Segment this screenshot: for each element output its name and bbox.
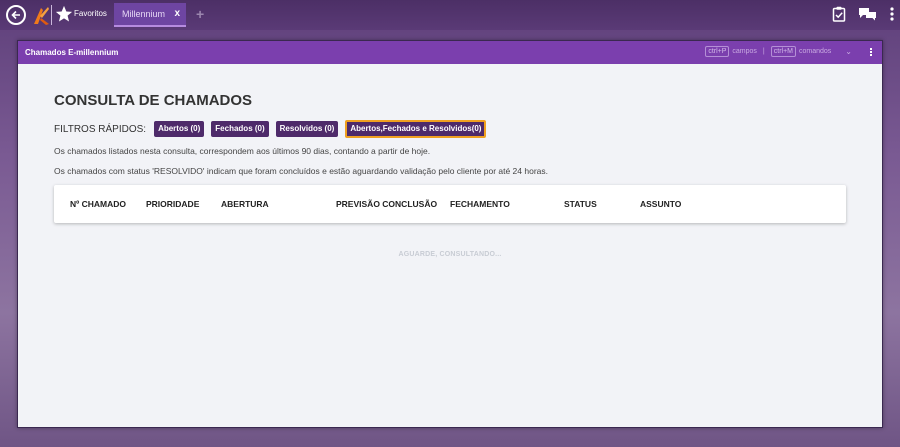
logo-icon[interactable] xyxy=(32,4,50,26)
filter-abertos-button[interactable]: Abertos (0) xyxy=(154,121,205,137)
tab-label: Millennium xyxy=(122,9,166,19)
star-icon[interactable] xyxy=(55,5,73,23)
favorites-label[interactable]: Favoritos xyxy=(74,9,107,18)
shortcut-bar: ctrl+P campos | ctrl+M comandos ⌄ xyxy=(705,46,872,57)
loading-message: AGUARDE, CONSULTANDO... xyxy=(398,251,502,258)
toolbar-divider xyxy=(51,5,52,25)
column-status[interactable]: STATUS xyxy=(564,199,597,209)
app-window: Chamados E-millennium ctrl+P campos | ct… xyxy=(17,40,883,428)
shortcut-separator: | xyxy=(762,48,765,55)
column-numero-chamado[interactable]: Nº CHAMADO xyxy=(70,199,126,209)
window-header: Chamados E-millennium ctrl+P campos | ct… xyxy=(18,41,882,64)
results-table-header: Nº CHAMADO PRIORIDADE ABERTURA PREVISÃO … xyxy=(54,185,846,223)
kebab-menu-icon[interactable] xyxy=(890,7,894,21)
column-fechamento[interactable]: FECHAMENTO xyxy=(450,199,510,209)
column-abertura[interactable]: ABERTURA xyxy=(221,199,269,209)
info-text-resolved: Os chamados com status 'RESOLVIDO' indic… xyxy=(54,166,549,176)
window-title: Chamados E-millennium xyxy=(25,48,119,57)
shortcut-commands-key[interactable]: ctrl+M xyxy=(770,46,796,57)
tab-millennium[interactable]: Millennium x xyxy=(114,3,186,27)
filter-fechados-button[interactable]: Fechados (0) xyxy=(211,121,269,137)
shortcut-commands-label[interactable]: comandos xyxy=(799,48,831,55)
info-text-period: Os chamados listados nesta consulta, cor… xyxy=(54,146,431,156)
browser-toolbar: Favoritos Millennium x + xyxy=(0,0,900,30)
chat-icon[interactable] xyxy=(858,7,878,21)
column-assunto[interactable]: ASSUNTO xyxy=(640,199,681,209)
filter-resolvidos-button[interactable]: Resolvidos (0) xyxy=(275,121,339,137)
page-title: CONSULTA DE CHAMADOS xyxy=(54,92,253,109)
column-previsao-conclusao[interactable]: PREVISÃO CONCLUSÃO xyxy=(336,199,437,209)
shortcut-fields-key[interactable]: ctrl+P xyxy=(705,46,730,57)
filters-label: FILTROS RÁPIDOS: xyxy=(54,123,147,135)
window-menu-icon[interactable] xyxy=(870,47,872,56)
column-prioridade[interactable]: PRIORIDADE xyxy=(146,199,199,209)
close-icon[interactable]: x xyxy=(174,8,180,19)
main-content: CONSULTA DE CHAMADOS FILTROS RÁPIDOS: Ab… xyxy=(18,64,882,427)
back-icon[interactable] xyxy=(6,5,26,25)
add-tab-icon[interactable]: + xyxy=(196,7,204,21)
filter-all-button[interactable]: Abertos,Fechados e Resolvidos(0) xyxy=(345,120,487,138)
shortcut-fields-label[interactable]: campos xyxy=(732,48,757,55)
chevron-down-icon[interactable]: ⌄ xyxy=(845,47,852,56)
clipboard-icon[interactable] xyxy=(832,6,846,22)
quick-filters: FILTROS RÁPIDOS: Abertos (0) Fechados (0… xyxy=(54,120,493,138)
